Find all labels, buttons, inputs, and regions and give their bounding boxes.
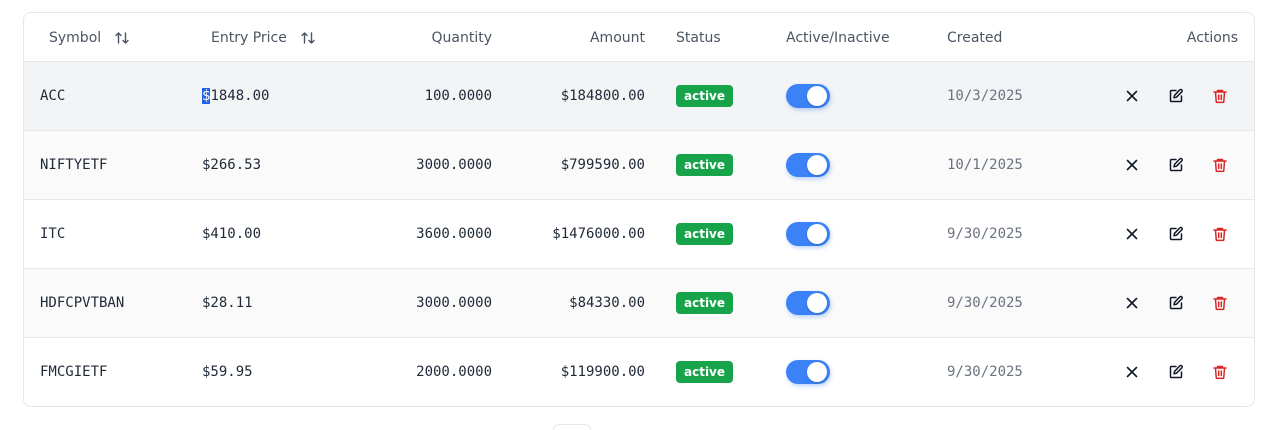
close-icon[interactable] <box>1122 293 1142 313</box>
quantity-cell: 3600.0000 <box>416 226 492 242</box>
active-toggle[interactable] <box>786 84 830 108</box>
amount-cell: $799590.00 <box>560 157 645 173</box>
quantity-cell: 100.0000 <box>424 88 492 104</box>
trash-icon[interactable] <box>1210 155 1230 175</box>
header-status: Status <box>676 13 721 62</box>
created-cell: 9/30/2025 <box>947 295 1023 311</box>
edit-icon[interactable] <box>1166 362 1186 382</box>
active-toggle-cell <box>786 338 830 406</box>
trash-icon[interactable] <box>1210 86 1230 106</box>
amount-cell: $119900.00 <box>560 364 645 380</box>
symbol-cell: HDFCPVTBAN <box>40 295 125 311</box>
header-entry-price-label: Entry Price <box>211 29 287 46</box>
status-badge: active <box>676 223 734 245</box>
status-cell: active <box>676 62 734 130</box>
created-cell: 10/1/2025 <box>947 157 1023 173</box>
status-cell: active <box>676 338 734 406</box>
status-cell: active <box>676 269 734 337</box>
active-toggle-cell <box>786 131 830 199</box>
table-row[interactable]: NIFTYETF $266.53 3000.0000 $799590.00 ac… <box>24 131 1254 200</box>
status-cell: active <box>676 200 734 268</box>
status-badge: active <box>676 361 734 383</box>
created-cell: 9/30/2025 <box>947 364 1023 380</box>
active-toggle-cell <box>786 62 830 130</box>
trash-icon[interactable] <box>1210 362 1230 382</box>
table-row[interactable]: HDFCPVTBAN $28.11 3000.0000 $84330.00 ac… <box>24 269 1254 338</box>
header-active-inactive: Active/Inactive <box>786 13 890 62</box>
toggle-knob <box>807 224 827 244</box>
quantity-cell: 3000.0000 <box>416 295 492 311</box>
quantity-cell: 2000.0000 <box>416 364 492 380</box>
amount-cell: $84330.00 <box>569 295 645 311</box>
toggle-knob <box>807 362 827 382</box>
close-icon[interactable] <box>1122 362 1142 382</box>
entry-price-cell: $59.95 <box>202 364 253 380</box>
quantity-cell: 3000.0000 <box>416 157 492 173</box>
active-toggle[interactable] <box>786 291 830 315</box>
edit-icon[interactable] <box>1166 224 1186 244</box>
amount-cell: $1476000.00 <box>552 226 645 242</box>
entry-price-cell: $410.00 <box>202 226 262 242</box>
header-quantity-label: Quantity <box>431 29 493 46</box>
positions-table: Symbol Entry Price Quantity Amount Statu… <box>23 12 1255 407</box>
header-actions: Actions <box>1124 13 1238 62</box>
toggle-knob <box>807 293 827 313</box>
status-cell: active <box>676 131 734 199</box>
header-amount: Amount <box>514 13 645 62</box>
header-symbol-label: Symbol <box>49 29 102 46</box>
edit-icon[interactable] <box>1166 293 1186 313</box>
close-icon[interactable] <box>1122 86 1142 106</box>
header-actions-label: Actions <box>1186 29 1238 46</box>
active-toggle[interactable] <box>786 360 830 384</box>
selected-text: $ <box>202 88 211 104</box>
table-header: Symbol Entry Price Quantity Amount Statu… <box>24 13 1254 62</box>
sort-arrows-icon[interactable] <box>300 30 316 46</box>
symbol-cell: ITC <box>40 226 66 242</box>
trash-icon[interactable] <box>1210 293 1230 313</box>
table-row[interactable]: FMCGIETF $59.95 2000.0000 $119900.00 act… <box>24 338 1254 406</box>
symbol-cell: FMCGIETF <box>40 364 108 380</box>
status-badge: active <box>676 154 734 176</box>
edit-icon[interactable] <box>1166 86 1186 106</box>
symbol-cell: NIFTYETF <box>40 157 108 173</box>
status-badge: active <box>676 292 734 314</box>
active-toggle[interactable] <box>786 153 830 177</box>
status-badge: active <box>676 85 734 107</box>
header-status-label: Status <box>676 29 721 46</box>
header-quantity: Quantity <box>364 13 493 62</box>
active-toggle-cell <box>786 200 830 268</box>
entry-price-cell: $1848.00 <box>202 62 269 130</box>
table-row[interactable]: ACC $1848.00 100.0000 $184800.00 active … <box>24 62 1254 131</box>
close-icon[interactable] <box>1122 224 1142 244</box>
created-cell: 9/30/2025 <box>947 226 1023 242</box>
sort-arrows-icon[interactable] <box>114 30 130 46</box>
trash-icon[interactable] <box>1210 224 1230 244</box>
edit-icon[interactable] <box>1166 155 1186 175</box>
created-cell: 10/3/2025 <box>947 88 1023 104</box>
active-toggle[interactable] <box>786 222 830 246</box>
pagination-button[interactable] <box>553 424 591 430</box>
entry-price-cell: $266.53 <box>202 157 262 173</box>
header-created-label: Created <box>947 29 1003 46</box>
amount-cell: $184800.00 <box>560 88 645 104</box>
header-amount-label: Amount <box>589 29 645 46</box>
symbol-cell: ACC <box>40 88 66 104</box>
toggle-knob <box>807 155 827 175</box>
active-toggle-cell <box>786 269 830 337</box>
toggle-knob <box>807 86 827 106</box>
entry-price-value: 1848.00 <box>210 88 270 104</box>
table-row[interactable]: ITC $410.00 3600.0000 $1476000.00 active… <box>24 200 1254 269</box>
entry-price-cell: $28.11 <box>202 295 253 311</box>
header-symbol[interactable]: Symbol <box>49 13 130 62</box>
header-created: Created <box>947 13 1002 62</box>
close-icon[interactable] <box>1122 155 1142 175</box>
header-entry-price[interactable]: Entry Price <box>211 13 316 62</box>
header-active-inactive-label: Active/Inactive <box>786 29 890 46</box>
